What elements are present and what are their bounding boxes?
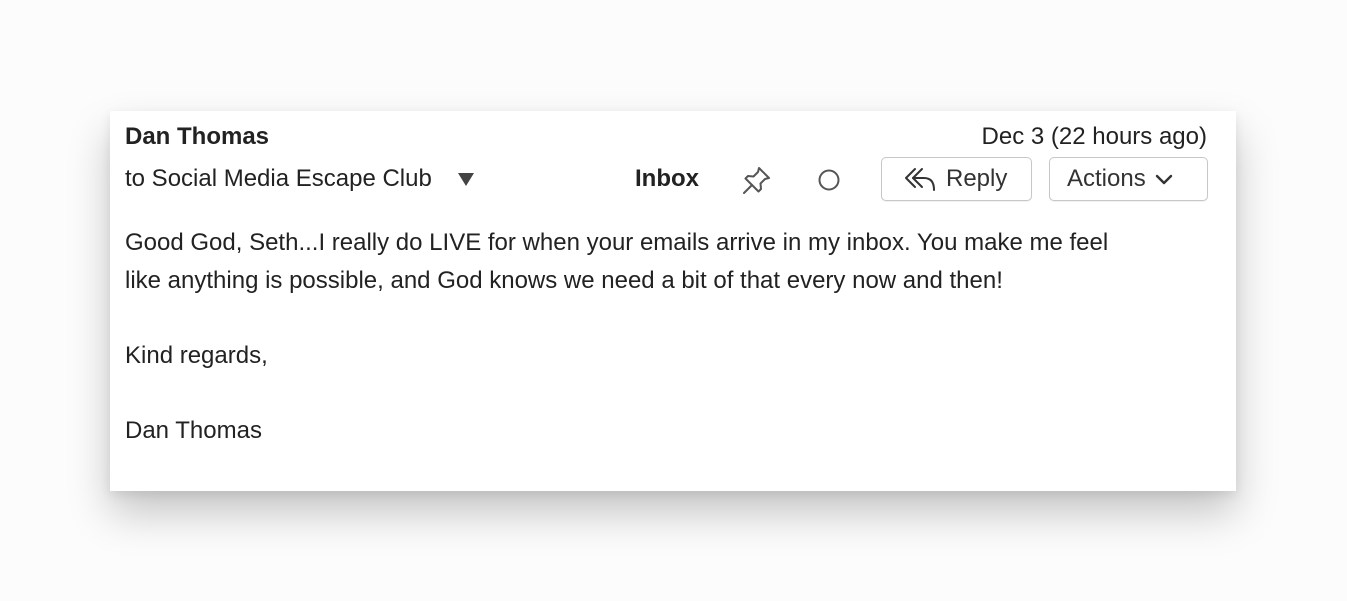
actions-label: Actions: [1067, 165, 1146, 192]
recipients-line: to Social Media Escape Club: [125, 165, 474, 193]
circle-icon[interactable]: [817, 168, 841, 192]
chevron-down-icon: [1155, 174, 1172, 185]
closing-line: Kind regards,: [125, 341, 268, 369]
email-date: Dec 3 (22 hours ago): [981, 123, 1207, 150]
email-body: Good God, Seth...I really do LIVE for wh…: [125, 224, 1135, 449]
body-paragraph: Good God, Seth...I really do LIVE for wh…: [125, 229, 1109, 294]
reply-label: Reply: [946, 165, 1008, 192]
sender-name: Dan Thomas: [125, 123, 270, 150]
recipients-label: to Social Media Escape Club: [125, 165, 432, 192]
signature-line: Dan Thomas: [125, 416, 262, 444]
email-message-card: Dan Thomas Dec 3 (22 hours ago) to Socia…: [110, 111, 1236, 491]
caret-down-icon[interactable]: [457, 172, 474, 186]
actions-dropdown-button[interactable]: Actions: [1049, 157, 1208, 201]
reply-arrow-icon: [905, 168, 935, 191]
reply-button[interactable]: Reply: [881, 157, 1032, 201]
folder-label: Inbox: [635, 165, 699, 192]
pin-icon[interactable]: [740, 163, 774, 197]
